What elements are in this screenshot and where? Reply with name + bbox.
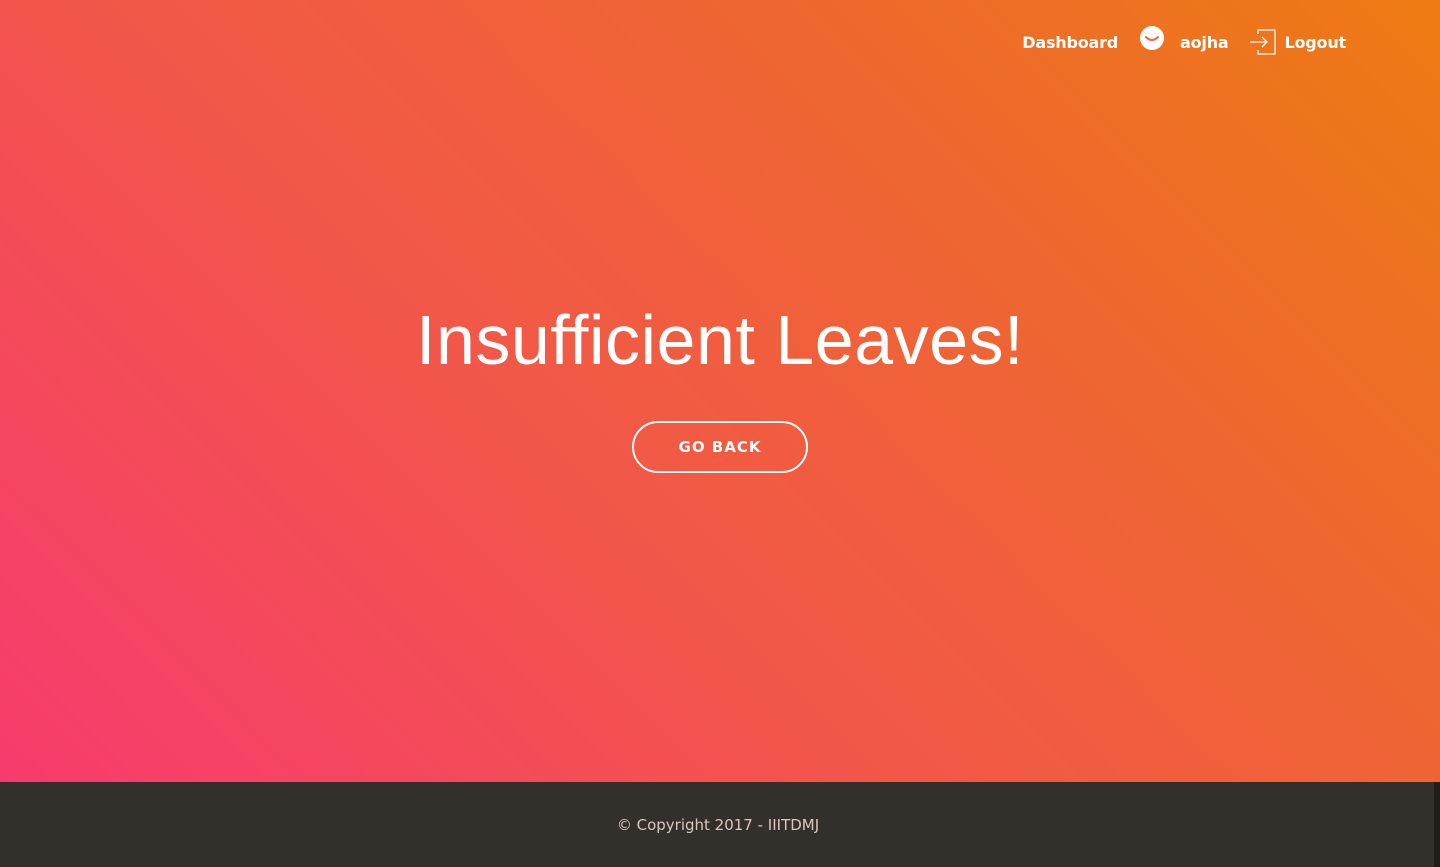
page: Dashboard aojha Logout Insufficient Leav… [0,0,1440,867]
dashboard-link[interactable]: Dashboard [1022,33,1118,52]
scrollbar[interactable] [1434,782,1440,867]
smile-icon [1140,26,1165,50]
hero-section: Dashboard aojha Logout Insufficient Leav… [0,0,1440,782]
logout-label: Logout [1284,32,1347,52]
footer: © Copyright 2017 - IIITDMJ [0,782,1440,867]
logout-link[interactable]: Logout [1249,28,1346,56]
top-nav: Dashboard aojha Logout [1022,22,1346,62]
username-label: aojha [1180,32,1229,52]
logout-icon [1249,28,1277,56]
copyright-text: © Copyright 2017 - IIITDMJ [616,816,820,834]
user-menu[interactable]: aojha [1140,26,1229,52]
go-back-button[interactable]: GO BACK [632,421,808,473]
page-title: Insufficient Leaves! [416,301,1024,379]
